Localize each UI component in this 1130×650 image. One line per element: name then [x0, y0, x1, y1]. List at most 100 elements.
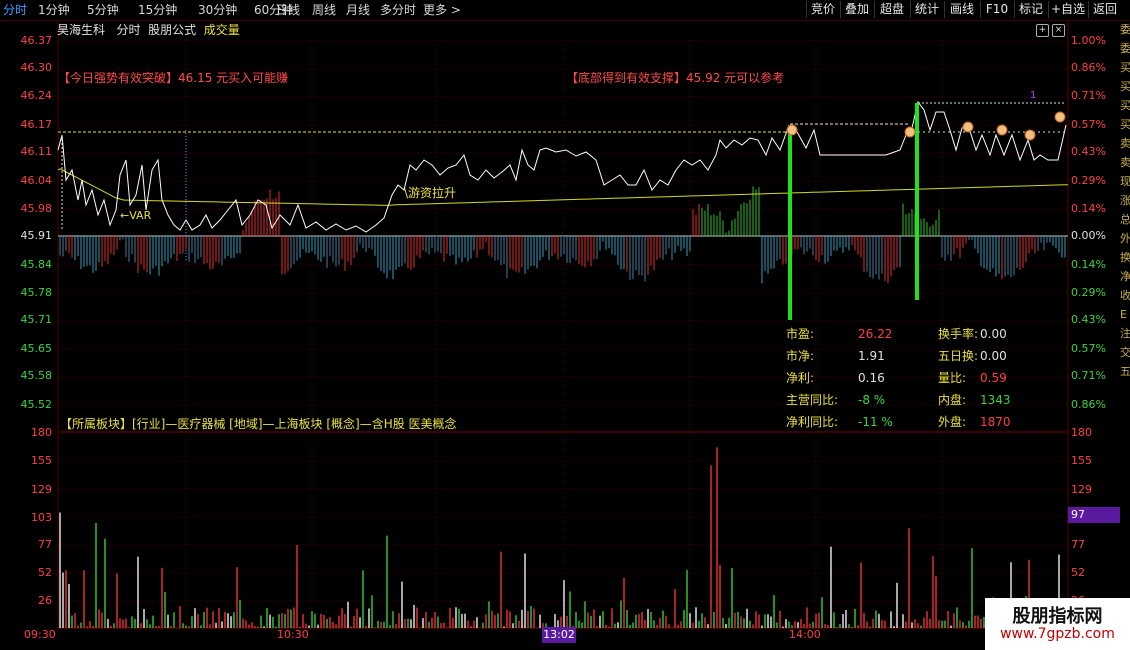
- volume-tick: 52: [38, 566, 52, 579]
- intraday-chart[interactable]: [0, 0, 1130, 650]
- strip-char: 注: [1120, 327, 1130, 340]
- stat-label: 市盈:: [786, 327, 815, 341]
- strip-char: 买: [1120, 99, 1130, 112]
- volume-tick: 103: [31, 511, 52, 524]
- cursor-time: 13:02: [542, 627, 576, 643]
- hand-pointer-icon: [1054, 111, 1066, 123]
- percent-tick: 0.14%: [1071, 202, 1106, 215]
- stat-value: 1.91: [858, 349, 885, 363]
- cursor-volume-value: 97: [1068, 507, 1120, 523]
- strip-char: 买: [1120, 118, 1130, 131]
- price-tick: 46.17: [20, 118, 53, 131]
- chart-title: 昊海生科 分时 股朋公式 成交量: [57, 23, 240, 37]
- strip-char: 总: [1120, 213, 1130, 226]
- price-tick: 45.71: [20, 313, 53, 326]
- stat-value: -8 %: [858, 393, 886, 407]
- strip-char: 换: [1120, 251, 1130, 264]
- strip-char: E: [1120, 308, 1127, 321]
- strip-char: 委: [1120, 42, 1130, 55]
- percent-tick: 0.86%: [1071, 398, 1106, 411]
- percent-tick: 0.71%: [1071, 89, 1106, 102]
- price-tick: 46.30: [20, 61, 53, 74]
- price-tick: 45.91: [20, 229, 53, 242]
- price-tick: 45.84: [20, 258, 53, 271]
- watermark-title: 股朋指标网: [1012, 606, 1103, 627]
- strip-char: 涨: [1120, 194, 1130, 207]
- indicator-name: 成交量: [203, 23, 240, 37]
- stat-value: 0.16: [858, 371, 885, 385]
- stat-value: 1870: [980, 415, 1011, 429]
- price-tick: 45.78: [20, 286, 53, 299]
- stat-label: 内盘:: [938, 393, 967, 407]
- percent-tick: 0.57%: [1071, 118, 1106, 131]
- volume-tick: 129: [1071, 483, 1092, 496]
- support-signal: 【底部得到有效支撑】45.92 元可以参考: [566, 71, 785, 85]
- percent-tick: 0.43%: [1071, 145, 1106, 158]
- strip-char: 委: [1120, 23, 1130, 36]
- percent-tick: 0.43%: [1071, 313, 1106, 326]
- stat-value: 1343: [980, 393, 1011, 407]
- stat-label: 五日换:: [938, 349, 979, 363]
- price-line: [57, 100, 1067, 233]
- strip-char: 买: [1120, 61, 1130, 74]
- stat-value: -11 %: [858, 415, 893, 429]
- stock-name: 昊海生科: [57, 23, 106, 37]
- var-label: ←VAR: [120, 209, 152, 222]
- percent-tick: 1.00%: [1071, 34, 1106, 47]
- percent-tick: 0.29%: [1071, 286, 1106, 299]
- time-tick: 10:30: [277, 628, 309, 641]
- price-tick: 45.65: [20, 342, 53, 355]
- strip-char: 卖: [1120, 137, 1130, 150]
- strip-char: 现: [1120, 175, 1130, 188]
- price-tick: 45.52: [20, 398, 53, 411]
- strip-char: 收: [1120, 289, 1130, 302]
- hand-pointer-icon: [962, 121, 974, 133]
- strip-char: 交: [1120, 346, 1130, 359]
- zoom-icon[interactable]: +: [1036, 24, 1049, 37]
- stat-label: 净利同比:: [786, 415, 839, 429]
- stat-label: 主营同比:: [786, 393, 839, 407]
- close-icon[interactable]: ×: [1052, 24, 1065, 37]
- stat-label: 量比:: [938, 371, 967, 385]
- stat-value: 0.00: [980, 349, 1007, 363]
- strip-char: 卖: [1120, 156, 1130, 169]
- stat-label: 外盘:: [938, 415, 967, 429]
- chart-type-label: 分时: [116, 23, 141, 37]
- marker-1: 1: [1030, 90, 1037, 101]
- percent-tick: 0.29%: [1071, 174, 1106, 187]
- percent-tick: 0.86%: [1071, 61, 1106, 74]
- hand-pointer-icon: [996, 124, 1008, 136]
- hand-pointer-icon: [786, 124, 798, 136]
- volume-tick: 52: [1071, 566, 1085, 579]
- buy-signal-bar: [788, 125, 792, 320]
- stat-value: 0.00: [980, 327, 1007, 341]
- stat-value: 0.59: [980, 371, 1007, 385]
- sector-info: 【所属板块】[行业]—医疗器械 [地域]—上海板块 [概念]—含H股 医美概念: [60, 417, 457, 431]
- price-tick: 45.98: [20, 202, 53, 215]
- volume-tick: 77: [38, 538, 52, 551]
- time-tick: 09:30: [24, 628, 56, 641]
- price-tick: 46.11: [20, 145, 53, 158]
- strip-char: 外: [1120, 232, 1130, 245]
- breakout-signal: 【今日强势有效突破】46.15 元买入可能赚: [58, 71, 289, 85]
- volume-tick: 77: [1071, 538, 1085, 551]
- watermark: 股朋指标网 www.7gpzb.com: [985, 598, 1130, 650]
- price-tick: 45.58: [20, 369, 53, 382]
- price-tick: 46.24: [20, 89, 53, 102]
- stat-label: 净利:: [786, 371, 815, 385]
- quote-panel-edge: 委 委 买 买 买 买 卖 卖 现 涨 总 外 换 净 收 E 注 交 五: [1120, 20, 1130, 630]
- volume-tick: 129: [31, 483, 52, 496]
- volume-tick: 26: [38, 594, 52, 607]
- percent-tick: 0.00%: [1071, 229, 1106, 242]
- formula-name: 股朋公式: [148, 23, 197, 37]
- strip-char: 买: [1120, 80, 1130, 93]
- volume-tick: 180: [1071, 426, 1092, 439]
- volume-tick: 155: [31, 454, 52, 467]
- strip-char: 五: [1120, 365, 1130, 378]
- percent-tick: 0.57%: [1071, 342, 1106, 355]
- percent-tick: 0.14%: [1071, 258, 1106, 271]
- stat-label: 换手率:: [938, 327, 979, 341]
- hand-pointer-icon: [1024, 129, 1036, 141]
- stat-value: 26.22: [858, 327, 893, 341]
- youzi-label: \游资拉升: [404, 186, 457, 200]
